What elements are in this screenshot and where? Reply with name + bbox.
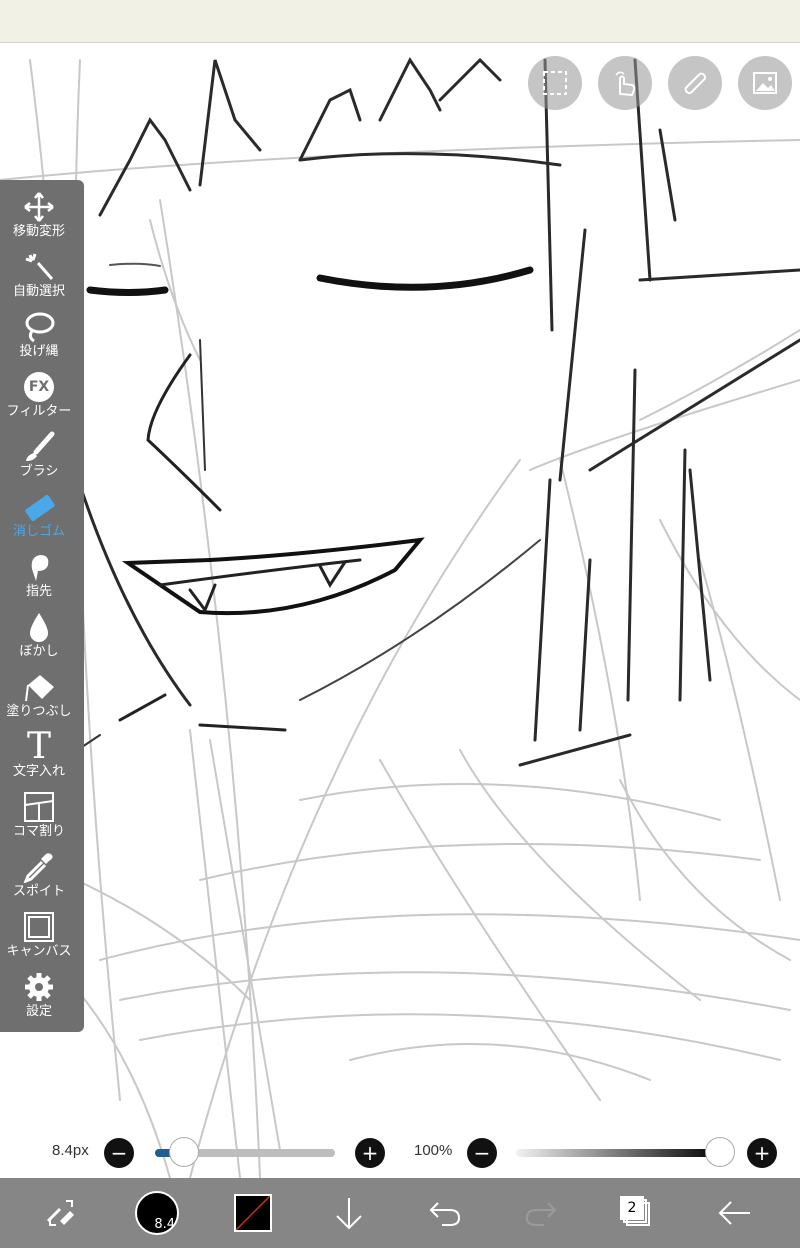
size-decrease-glyph: − [110,1141,128,1165]
size-increase-button[interactable]: + [355,1138,385,1168]
droplet-icon [21,610,57,644]
tool-fill-label: 塗りつぶし [6,704,72,719]
tool-eyedropper-label: スポイト [12,884,65,899]
brush-size-preview-text: 8.4 [154,1217,175,1232]
canvas-icon [21,910,57,944]
smudge-icon [21,550,57,584]
tool-magic-wand-label: 自動選択 [12,284,65,299]
tool-magic-wand[interactable]: 自動選択 [0,250,78,310]
drawing-canvas[interactable] [0,43,800,1178]
lasso-icon [21,310,57,344]
arrow-down-icon[interactable] [322,1188,376,1238]
status-bar [0,0,800,43]
filter-icon: FX [21,370,57,404]
eyedropper-icon [21,850,57,884]
size-increase-glyph: + [361,1141,379,1165]
brush-size-preview-button[interactable]: 8.4 [130,1188,184,1238]
tool-sidebar: 移動変形 自動選択 投げ縄 FX フィルター ブラシ 消しゴム 指先 ぼかし 塗… [0,180,84,1032]
fill-bucket-icon [21,670,57,704]
tool-eraser-label: 消しゴム [12,524,65,539]
brush-icon [21,430,57,464]
tool-canvas[interactable]: キャンバス [0,910,78,970]
layers-button[interactable]: 2 [610,1188,664,1238]
size-slider-handle[interactable] [168,1137,199,1167]
gesture-icon[interactable] [598,56,652,110]
tool-text-label: 文字入れ [12,764,65,779]
tool-filter[interactable]: FX フィルター [0,370,78,430]
ruler-icon[interactable] [668,56,722,110]
back-arrow-icon[interactable] [708,1188,762,1238]
opacity-slider-track[interactable] [516,1149,720,1157]
opacity-increase-glyph: + [753,1141,771,1165]
sketch-artwork [0,57,800,1178]
tool-canvas-label: キャンバス [6,944,72,959]
gear-icon [21,970,57,1004]
color-picker-button[interactable] [226,1188,280,1238]
tool-frame-divider[interactable]: コマ割り [0,790,78,850]
selection-icon[interactable] [528,56,582,110]
slider-row: 8.4px − + 100% − + [0,1130,800,1174]
tool-fill[interactable]: 塗りつぶし [0,670,78,730]
eraser-icon [21,490,57,524]
tool-filter-label: フィルター [6,404,72,419]
tool-settings[interactable]: 設定 [0,970,78,1030]
tool-brush[interactable]: ブラシ [0,430,78,490]
tool-settings-label: 設定 [25,1004,52,1019]
brush-swap-icon[interactable] [33,1188,87,1238]
redo-icon[interactable] [514,1188,568,1238]
opacity-decrease-glyph: − [473,1141,491,1165]
text-icon-glyph: T [26,726,51,767]
opacity-slider-handle[interactable] [705,1137,735,1167]
tool-blur[interactable]: ぼかし [0,610,78,670]
tool-brush-label: ブラシ [19,464,59,479]
tool-smudge-label: 指先 [25,584,52,599]
opacity-decrease-button[interactable]: − [467,1138,497,1168]
tool-blur-label: ぼかし [19,644,59,659]
layer-count: 2 [627,1200,637,1216]
bottom-toolbar: 8.4 2 [0,1178,800,1248]
brush-size-label: 8.4px [52,1142,89,1159]
tool-move[interactable]: 移動変形 [0,190,78,250]
opacity-increase-button[interactable]: + [747,1138,777,1168]
frame-divider-icon [21,790,57,824]
magic-wand-icon [21,250,57,284]
tool-eraser[interactable]: 消しゴム [0,490,78,550]
tool-lasso[interactable]: 投げ縄 [0,310,78,370]
move-icon [21,190,57,224]
tool-smudge[interactable]: 指先 [0,550,78,610]
tool-text[interactable]: T 文字入れ [0,726,78,790]
size-decrease-button[interactable]: − [104,1138,134,1168]
tool-eyedropper[interactable]: スポイト [0,850,78,910]
tool-frame-divider-label: コマ割り [12,824,65,839]
tool-lasso-label: 投げ縄 [19,344,59,359]
text-icon: T [21,726,57,767]
image-icon[interactable] [738,56,792,110]
undo-icon[interactable] [418,1188,472,1238]
tool-move-label: 移動変形 [12,224,65,239]
filter-icon-text: FX [28,379,50,395]
opacity-label: 100% [414,1142,453,1159]
